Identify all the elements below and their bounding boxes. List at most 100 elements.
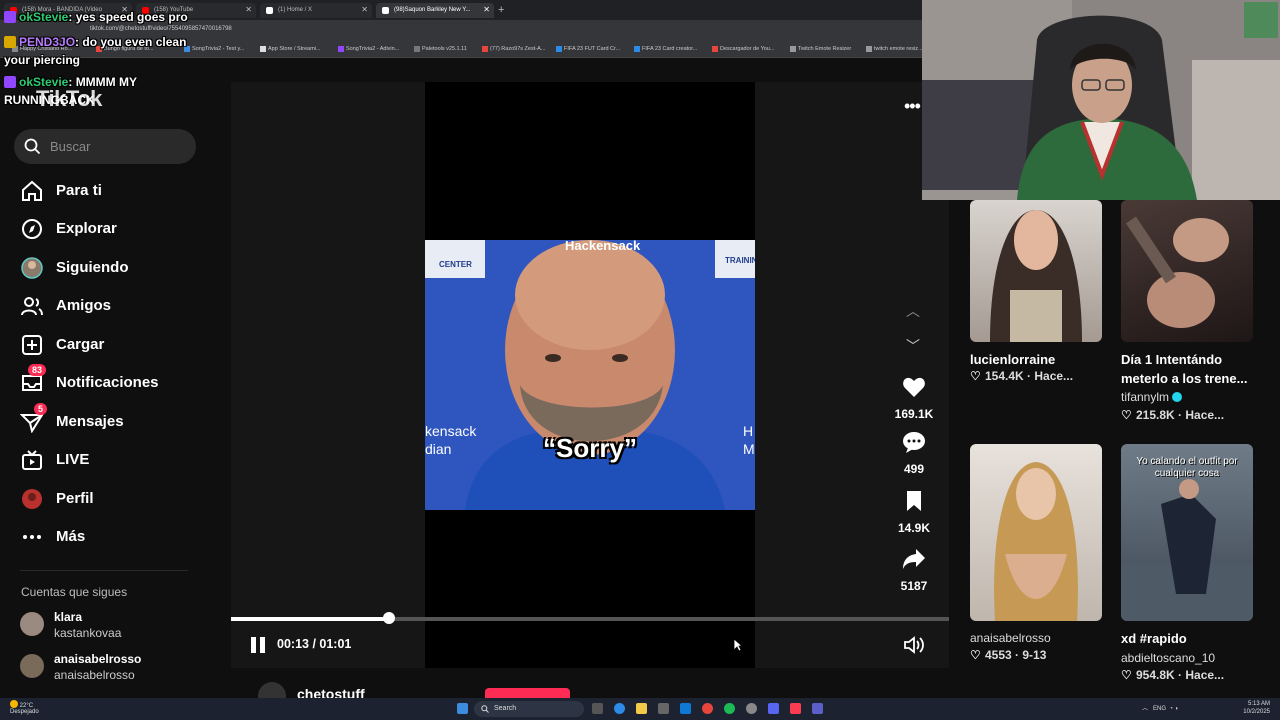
bookmark-favicon-icon — [414, 46, 420, 52]
bookmark-item[interactable]: SongTrivia2 - Test y... — [184, 46, 244, 52]
volume-icon[interactable] — [904, 636, 926, 654]
bookmark-item[interactable]: FIFA 23 FUT Card Cr... — [556, 46, 620, 52]
bookmark-item[interactable]: Descargador de You... — [712, 46, 774, 52]
following-account[interactable]: anaisabelrosso anaisabelrosso — [20, 652, 200, 686]
card-stats: ♡ 154.4K · Hace... — [970, 369, 1074, 383]
nav-item-siguiendo[interactable]: Siguiendo — [20, 253, 210, 283]
system-tray[interactable]: ︿ ENG ◔ ◖ — [1142, 703, 1178, 712]
video-thumbnail[interactable] — [1121, 200, 1253, 342]
thumbnail-overlay-text: Yo calando el outfit por cualquier cosa — [1136, 456, 1238, 479]
bookmark-favicon-icon — [790, 46, 796, 52]
save-button[interactable]: 14.9K — [888, 490, 940, 535]
nav-item-amigos[interactable]: Amigos — [20, 291, 210, 321]
video-thumbnail[interactable] — [970, 200, 1102, 342]
nav-item-mas[interactable]: Más — [20, 522, 210, 552]
mail-icon[interactable] — [680, 703, 691, 714]
search-box[interactable] — [14, 129, 196, 164]
progress-scrubber[interactable] — [382, 612, 395, 624]
teams-icon[interactable] — [812, 703, 823, 714]
bookmark-favicon-icon — [712, 46, 718, 52]
chrome-icon[interactable] — [702, 703, 713, 714]
compass-icon — [22, 219, 42, 239]
previous-video-button[interactable]: ︿ — [906, 301, 920, 321]
file-explorer-icon[interactable] — [636, 703, 647, 714]
bookmark-favicon-icon — [482, 46, 488, 52]
video-thumbnail[interactable] — [970, 444, 1102, 621]
nav-item-explorar[interactable]: Explorar — [20, 214, 210, 244]
nav-item-live[interactable]: LIVE — [20, 445, 210, 475]
search-input[interactable] — [48, 129, 188, 164]
url-text[interactable]: tiktok.com/@chetostuff/video/75540958574… — [90, 26, 232, 32]
nav-item-mensajes[interactable]: 5 Mensajes — [20, 403, 210, 437]
wifi-icon[interactable]: ◔ — [1169, 706, 1173, 712]
lang-indicator[interactable]: ENG — [1153, 706, 1166, 712]
video-progress-bar[interactable] — [231, 612, 949, 624]
following-account[interactable]: klara kastankovaa — [20, 610, 200, 644]
browser-tab-active[interactable]: (98)Saquon Barkley New Y... ✕ — [376, 3, 494, 18]
nav-item-para-ti[interactable]: Para ti — [20, 176, 210, 206]
tiktok-icon — [382, 7, 389, 14]
windows-taskbar: 22°C Despejado Search ︿ ENG ◔ ◖ 5:13 AM … — [0, 698, 1280, 720]
nav-item-notificaciones[interactable]: 83 Notificaciones — [20, 364, 210, 398]
nav-item-cargar[interactable]: Cargar — [20, 330, 210, 360]
obs-icon[interactable] — [746, 703, 757, 714]
verified-icon — [1172, 392, 1183, 402]
author-avatar[interactable] — [258, 682, 286, 698]
tiktok-logo[interactable]: TikTok — [36, 86, 102, 112]
like-button[interactable]: 169.1K — [888, 376, 940, 421]
bookmark-item[interactable]: (77) Razo97s Zest-A... — [482, 46, 545, 52]
bookmark-item[interactable]: App Store / Streami... — [260, 46, 321, 52]
comment-button[interactable]: 499 — [888, 431, 940, 476]
card-user: tifannylm — [1121, 390, 1183, 404]
following-avatar-icon — [21, 257, 43, 279]
bookmark-item[interactable]: twitch emote resiz... — [866, 46, 923, 52]
taskbar-search[interactable]: Search — [474, 701, 584, 717]
system-clock[interactable]: 5:13 AM 10/2/2025 — [1243, 700, 1270, 716]
close-icon[interactable]: ✕ — [361, 5, 368, 14]
progress-fill — [231, 617, 389, 621]
card-title: anaisabelrosso — [970, 631, 1051, 645]
video-frame[interactable]: Hackensack CENTER TRAININ kensack dian H… — [425, 240, 755, 510]
video-caption: “Sorry” — [543, 433, 637, 463]
message-count-badge: 5 — [34, 403, 48, 415]
video-thumbnail[interactable]: Yo calando el outfit por cualquier cosa — [1121, 444, 1253, 621]
store-icon[interactable] — [658, 703, 669, 714]
windows-start-icon[interactable] — [457, 703, 468, 714]
next-video-button[interactable]: ﹀ — [906, 336, 920, 356]
volume-tray-icon[interactable]: ◖ — [1175, 706, 1179, 712]
bookmark-item[interactable]: Twitch Emote Resizer — [790, 46, 851, 52]
close-icon[interactable]: ✕ — [483, 5, 490, 14]
discord-icon[interactable] — [768, 703, 779, 714]
nav-item-perfil[interactable]: Perfil — [20, 484, 210, 514]
save-count: 14.9K — [897, 521, 931, 535]
card-stats: ♡ 215.8K · Hace... — [1121, 408, 1225, 422]
search-icon — [24, 138, 41, 155]
bookmark-item[interactable]: FIFA 23 Card creator... — [634, 46, 697, 52]
music-icon[interactable] — [790, 703, 801, 714]
heart-outline-icon: ♡ — [970, 369, 981, 383]
chevron-up-icon[interactable]: ︿ — [1142, 706, 1148, 712]
share-button[interactable]: 5187 — [888, 548, 940, 593]
chat-badge-icon — [4, 36, 16, 48]
following-section-title: Cuentas que sigues — [21, 585, 128, 599]
backdrop-text: Hackensack — [565, 240, 641, 253]
close-icon[interactable]: ✕ — [245, 5, 252, 14]
edge-icon[interactable] — [614, 703, 625, 714]
upload-icon — [22, 335, 42, 355]
video-time: 00:13 / 01:01 — [277, 637, 352, 651]
new-tab-button[interactable]: + — [498, 4, 504, 16]
pause-icon — [260, 637, 265, 653]
weather-widget[interactable]: 22°C Despejado — [10, 700, 39, 715]
bookmark-favicon-icon — [260, 46, 266, 52]
spotify-icon[interactable] — [724, 703, 735, 714]
pause-button[interactable] — [251, 637, 267, 653]
bookmark-item[interactable]: SongTrivia2 - Adivin... — [338, 46, 399, 52]
task-view-icon[interactable] — [592, 703, 603, 714]
share-arrow-icon — [903, 549, 925, 569]
heart-outline-icon: ♡ — [1121, 668, 1132, 682]
bookmark-item[interactable]: Paletools v25.1.11 — [414, 46, 467, 52]
more-options-button[interactable]: ••• — [904, 96, 921, 117]
x-logo-icon — [266, 7, 273, 14]
browser-tab[interactable]: (1) Home / X ✕ — [260, 3, 372, 18]
sun-icon — [10, 700, 18, 708]
